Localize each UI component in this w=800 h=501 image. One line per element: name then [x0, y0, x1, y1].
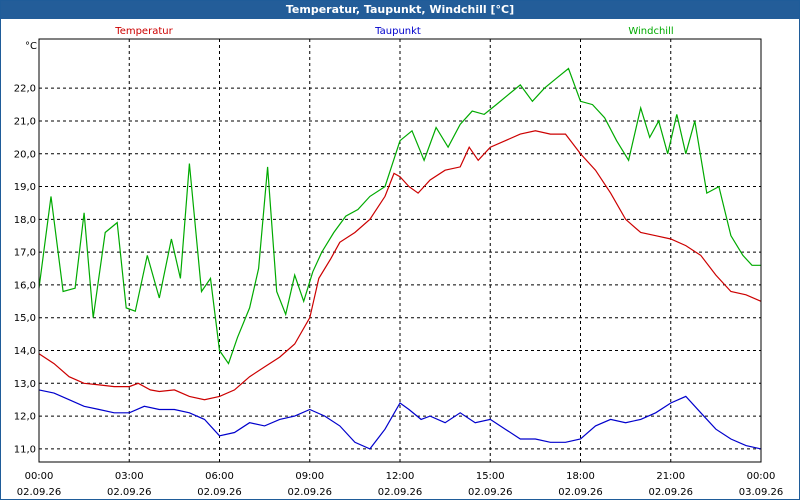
y-tick-label: 22,0 — [14, 84, 36, 95]
grid — [39, 39, 761, 462]
x-tick-date: 02.09.26 — [197, 487, 242, 498]
chart-window: 11,0 12,0 13,0 14,0 15,0 16,0 17,0 18,0 19,0 20,0… — [0, 0, 800, 500]
x-tick-time: 09:00 — [295, 471, 324, 482]
x-tick-date: 02.09.26 — [468, 487, 513, 498]
legend-taupunkt: Taupunkt — [374, 26, 421, 37]
y-tick-label: 20,0 — [14, 149, 36, 160]
y-axis: 11,0 12,0 13,0 14,0 15,0 16,0 17,0 18,0 19,0 20,0… — [14, 84, 36, 456]
legend-windchill: Windchill — [628, 26, 673, 37]
x-tick-time: 12:00 — [386, 471, 415, 482]
y-tick-label: 13,0 — [14, 379, 36, 390]
x-tick-time: 00:00 — [25, 471, 54, 482]
x-tick-date: 02.09.26 — [287, 487, 332, 498]
x-tick-time: 06:00 — [205, 471, 234, 482]
y-tick-label: 21,0 — [14, 116, 36, 127]
window-title: Temperatur, Taupunkt, Windchill [°C] — [1, 1, 799, 19]
x-tick-date: 03.09.26 — [739, 487, 784, 498]
y-tick-label: 15,0 — [14, 313, 36, 324]
line-chart: 11,0 12,0 13,0 14,0 15,0 16,0 17,0 18,0 19,0 20,0… — [14, 26, 784, 498]
y-tick-label: 12,0 — [14, 412, 36, 423]
y-tick-label: 16,0 — [14, 280, 36, 291]
y-tick-label: 18,0 — [14, 215, 36, 226]
legend: Temperatur Taupunkt Windchill — [114, 26, 673, 37]
x-tick-date: 02.09.26 — [378, 487, 423, 498]
y-tick-label: 17,0 — [14, 248, 36, 259]
y-tick-label: 19,0 — [14, 182, 36, 193]
y-tick-label: 14,0 — [14, 346, 36, 357]
x-tick-time: 03:00 — [115, 471, 144, 482]
x-tick-time: 18:00 — [566, 471, 595, 482]
x-tick-date: 02.09.26 — [17, 487, 62, 498]
legend-temperatur: Temperatur — [114, 26, 173, 37]
y-tick-label: 11,0 — [14, 444, 36, 455]
x-tick-date: 02.09.26 — [558, 487, 603, 498]
x-tick-time: 15:00 — [476, 471, 505, 482]
y-axis-unit-label: °C — [25, 41, 37, 52]
x-tick-date: 02.09.26 — [648, 487, 693, 498]
x-tick-time: 21:00 — [656, 471, 685, 482]
x-tick-date: 02.09.26 — [107, 487, 152, 498]
x-axis: 00:00 02.09.26 03:00 02.09.26 06:00 02.09.26 0… — [17, 471, 784, 498]
x-tick-time: 00:00 — [747, 471, 776, 482]
